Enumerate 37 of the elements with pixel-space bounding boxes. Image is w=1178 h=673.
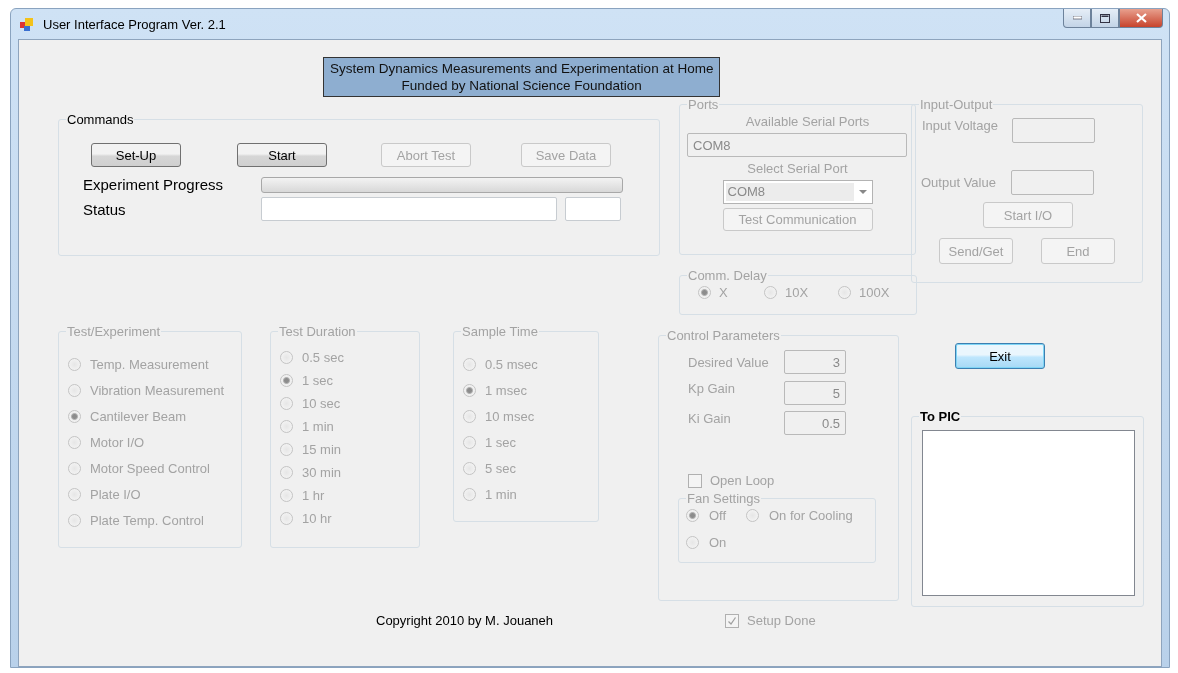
available-ports-label: Available Serial Ports (745, 114, 870, 129)
status-code-field[interactable] (565, 197, 621, 221)
progress-label: Experiment Progress (83, 176, 225, 193)
group-title: Test Duration (278, 324, 357, 339)
banner-text: Funded by National Science Foundation (400, 77, 643, 94)
parameter-label: Kp Gain (688, 381, 736, 396)
exit-button[interactable]: Exit (955, 343, 1045, 369)
output-value-label: Output Value (921, 175, 997, 190)
group-title: Input-Output (919, 97, 994, 112)
banner-text: System Dynamics Measurements and Experimentation at Home (330, 60, 714, 77)
to-pic-list[interactable] (922, 430, 1135, 596)
group-title: Commands (66, 112, 135, 127)
close-button[interactable] (1119, 9, 1163, 28)
group-title: Fan Settings (686, 491, 761, 506)
select-port-label: Select Serial Port (747, 161, 848, 176)
command-button[interactable]: Set-Up (91, 143, 181, 167)
output-value-field[interactable] (1011, 170, 1094, 195)
command-button[interactable]: Start (237, 143, 327, 167)
status-field[interactable] (261, 197, 557, 221)
group-title: Comm. Delay (687, 268, 768, 283)
group-title: Test/Experiment (66, 324, 162, 339)
window-title: User Interface Program Ver. 2.1 (43, 16, 227, 32)
maximize-icon (1100, 13, 1110, 23)
close-icon (1135, 13, 1147, 23)
input-voltage-field[interactable] (1012, 118, 1095, 143)
copyright-text: Copyright 2010 by M. Jouaneh (376, 613, 554, 628)
app-icon (19, 16, 35, 32)
input-voltage-label: Input Voltage (922, 118, 999, 133)
minimize-icon (1072, 16, 1082, 20)
group-title: Sample Time (461, 324, 539, 339)
group-title: To PIC (919, 409, 962, 424)
maximize-button[interactable] (1091, 9, 1119, 28)
status-label: Status (83, 200, 127, 218)
group-title: Control Parameters (666, 328, 781, 343)
parameter-label: Desired Value (688, 354, 770, 370)
group-title: Ports (687, 97, 720, 112)
parameter-label: Ki Gain (688, 411, 732, 426)
